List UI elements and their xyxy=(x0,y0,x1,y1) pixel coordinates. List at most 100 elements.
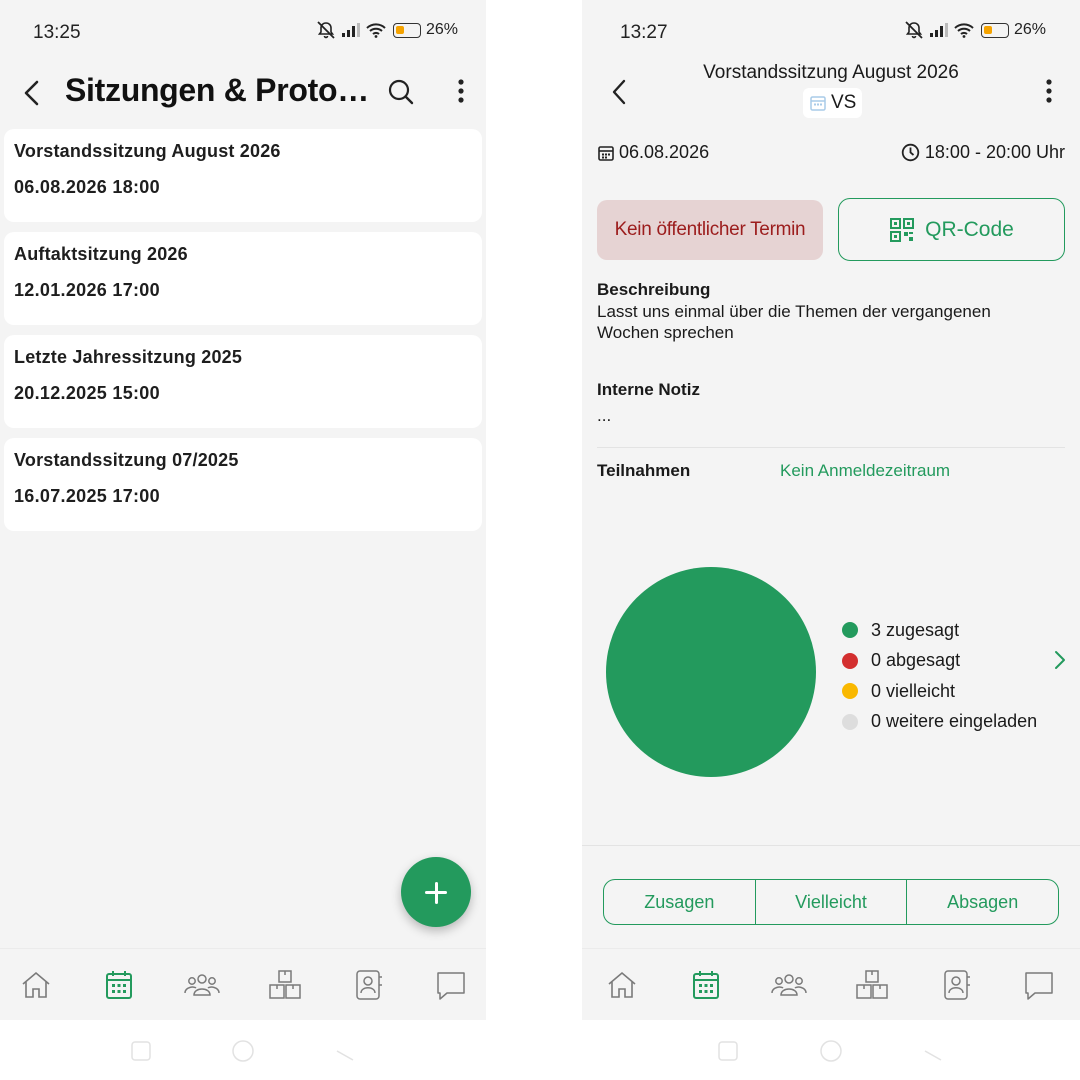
home-button-icon[interactable] xyxy=(230,1038,256,1064)
event-time-text: 18:00 - 20:00 Uhr xyxy=(924,142,1065,162)
session-title: Vorstandssitzung August 2026 xyxy=(14,141,281,161)
qr-code-label: QR-Code xyxy=(925,217,1014,241)
legend-label: 0 abgesagt xyxy=(871,650,961,671)
session-date: 12.01.2026 17:00 xyxy=(14,280,160,300)
home-button-icon[interactable] xyxy=(818,1038,844,1064)
status-time: 13:25 xyxy=(33,22,81,43)
legend-item: 0 abgesagt xyxy=(842,646,1037,677)
session-card[interactable]: Letzte Jahressitzung 2025 20.12.2025 15:… xyxy=(4,335,482,428)
session-detail-screen: 13:27 26% Vorstandssitzung August 2026 V… xyxy=(582,0,1080,1080)
battery-level: 26% xyxy=(1013,21,1046,38)
status-bar: 13:25 26% xyxy=(0,0,486,66)
session-card[interactable]: Auftaktsitzung 2026 12.01.2026 17:00 xyxy=(4,232,482,325)
back-button-icon[interactable] xyxy=(921,1038,947,1064)
event-date-text: 06.08.2026 xyxy=(619,142,710,162)
clock-icon xyxy=(901,143,920,162)
chat-icon[interactable] xyxy=(1019,965,1059,1005)
legend-item: 0 vielleicht xyxy=(842,676,1037,707)
session-date: 16.07.2025 17:00 xyxy=(14,486,160,506)
battery-level: 26% xyxy=(425,21,458,38)
signal-icon xyxy=(929,23,948,37)
event-date: 06.08.2026 xyxy=(597,142,709,163)
pie-slice-zugesagt xyxy=(606,567,816,777)
wifi-icon xyxy=(954,23,974,38)
category-tag-label: VS xyxy=(831,92,857,113)
calendar-icon xyxy=(810,96,826,111)
members-icon[interactable] xyxy=(769,965,809,1005)
detail-header: Vorstandssitzung August 2026 VS xyxy=(582,58,1080,124)
home-icon[interactable] xyxy=(602,965,642,1005)
session-title: Auftaktsitzung 2026 xyxy=(14,244,188,264)
page-title: Sitzungen & Proto… xyxy=(65,72,369,108)
qr-code-icon xyxy=(890,217,915,242)
internal-note-label: Interne Notiz xyxy=(597,380,700,399)
chevron-left-icon[interactable] xyxy=(18,76,46,110)
system-nav-bar xyxy=(0,1020,486,1080)
session-card[interactable]: Vorstandssitzung 07/2025 16.07.2025 17:0… xyxy=(4,438,482,531)
date-time-row: 06.08.2026 18:00 - 20:00 Uhr xyxy=(597,142,1065,166)
section-divider xyxy=(597,447,1065,448)
chat-icon[interactable] xyxy=(431,965,471,1005)
recent-apps-icon[interactable] xyxy=(128,1038,154,1064)
session-date: 06.08.2026 18:00 xyxy=(14,177,160,197)
mute-icon xyxy=(905,21,923,39)
battery-icon xyxy=(392,22,421,38)
internal-note-text: ... xyxy=(597,406,612,425)
status-icons: 26% xyxy=(904,21,1046,39)
attendance-legend: 3 zugesagt 0 abgesagt 0 vielleicht 0 weiter… xyxy=(842,615,1037,737)
home-icon[interactable] xyxy=(16,965,56,1005)
chevron-right-icon[interactable] xyxy=(1052,648,1068,672)
public-status-badge: Kein öffentlicher Termin xyxy=(597,200,823,260)
qr-code-button[interactable]: QR-Code xyxy=(838,198,1065,261)
calendar-icon[interactable] xyxy=(99,965,139,1005)
legend-label: 0 weitere eingeladen xyxy=(871,711,1038,732)
legend-item: 3 zugesagt xyxy=(842,615,1037,646)
session-card[interactable]: Vorstandssitzung August 2026 06.08.2026 … xyxy=(4,129,482,222)
add-session-button[interactable] xyxy=(401,857,471,927)
legend-dot xyxy=(842,713,858,730)
calendar-icon xyxy=(598,145,614,161)
members-icon[interactable] xyxy=(182,965,222,1005)
decline-button[interactable]: Absagen xyxy=(906,880,1058,924)
contacts-icon[interactable] xyxy=(348,965,388,1005)
description-text: Lasst uns einmal über die Themen der ver… xyxy=(597,302,991,342)
action-divider xyxy=(582,845,1080,846)
status-bar: 13:27 26% xyxy=(582,0,1080,66)
status-icons: 26% xyxy=(316,21,458,39)
signal-icon xyxy=(341,23,360,37)
bottom-nav xyxy=(582,948,1080,1020)
more-vertical-icon[interactable] xyxy=(452,76,470,108)
legend-dot xyxy=(842,622,858,639)
detail-title: Vorstandssitzung August 2026 xyxy=(703,62,959,83)
back-button-icon[interactable] xyxy=(333,1038,359,1064)
session-title: Letzte Jahressitzung 2025 xyxy=(14,347,243,367)
session-title: Vorstandssitzung 07/2025 xyxy=(14,450,239,470)
calendar-icon[interactable] xyxy=(686,965,726,1005)
category-tag: VS xyxy=(803,88,863,118)
session-date: 20.12.2025 15:00 xyxy=(14,383,160,403)
session-list: Vorstandssitzung August 2026 06.08.2026 … xyxy=(4,129,482,541)
inventory-icon[interactable] xyxy=(265,965,305,1005)
battery-icon xyxy=(980,22,1009,38)
attendance-label: Teilnahmen xyxy=(597,461,691,480)
legend-label: 0 vielleicht xyxy=(871,680,956,701)
inventory-icon[interactable] xyxy=(852,965,892,1005)
legend-item: 0 weitere eingeladen xyxy=(842,707,1037,738)
sessions-list-screen: 13:25 26% Sitzungen & Proto… Vorstandssi… xyxy=(0,0,486,1080)
bottom-nav xyxy=(0,948,486,1020)
attendance-pie-chart xyxy=(606,567,816,777)
description-label: Beschreibung xyxy=(597,280,711,299)
accept-button[interactable]: Zusagen xyxy=(604,880,755,924)
status-time: 13:27 xyxy=(620,22,668,43)
rsvp-button-group: Zusagen Vielleicht Absagen xyxy=(603,879,1059,925)
search-icon[interactable] xyxy=(386,76,416,108)
maybe-button[interactable]: Vielleicht xyxy=(754,880,907,924)
legend-dot xyxy=(842,652,858,669)
event-time: 18:00 - 20:00 Uhr xyxy=(901,142,1065,163)
app-header: Sitzungen & Proto… xyxy=(0,66,486,126)
contacts-icon[interactable] xyxy=(936,965,976,1005)
more-vertical-icon[interactable] xyxy=(1040,76,1058,108)
attendance-status-link[interactable]: Kein Anmeldezeitraum xyxy=(780,461,950,481)
mute-icon xyxy=(317,21,335,39)
recent-apps-icon[interactable] xyxy=(715,1038,741,1064)
